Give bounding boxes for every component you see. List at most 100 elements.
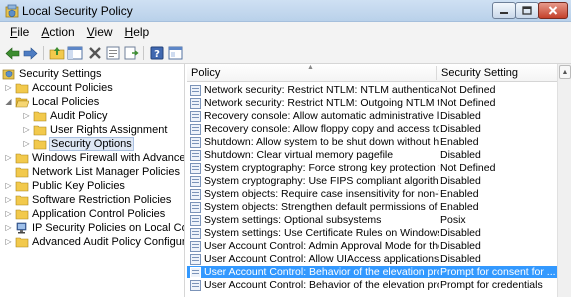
- policy-name: Network security: Restrict NTLM: Outgoin…: [204, 97, 439, 109]
- table-row[interactable]: Recovery console: Allow automatic admini…: [187, 110, 557, 122]
- expand-arrow-icon[interactable]: ▷: [4, 181, 13, 190]
- show-hide-tree-icon: [67, 46, 83, 60]
- expand-arrow-icon[interactable]: ▷: [4, 83, 13, 92]
- forward-button[interactable]: [22, 45, 38, 61]
- policy-list-view: Policy ▲ Security Setting Network securi…: [187, 64, 571, 297]
- expand-arrow-icon[interactable]: ▷: [22, 139, 31, 148]
- tree-item-security-options[interactable]: ▷ Security Options: [22, 136, 134, 151]
- table-row[interactable]: System cryptography: Force strong key pr…: [187, 162, 557, 174]
- table-row[interactable]: Recovery console: Allow floppy copy and …: [187, 123, 557, 135]
- minimize-button[interactable]: [492, 2, 516, 19]
- maximize-icon: [522, 6, 532, 15]
- folder-icon: [15, 167, 29, 177]
- policy-setting: Prompt for consent for ...: [440, 266, 555, 278]
- policy-setting-icon: [190, 97, 201, 109]
- tree-item-account-policies[interactable]: ▷ Account Policies: [4, 81, 112, 94]
- folder-icon: [33, 111, 47, 121]
- tree-item-ip-security-policies[interactable]: ▷ IP Security Policies on Local Compute: [4, 221, 184, 234]
- policy-setting: Disabled: [440, 240, 481, 252]
- table-row[interactable]: Network security: Restrict NTLM: Outgoin…: [187, 97, 557, 109]
- expand-arrow-icon[interactable]: ▷: [4, 223, 13, 232]
- policy-setting: Disabled: [440, 253, 481, 265]
- policy-setting: Disabled: [440, 110, 481, 122]
- back-button[interactable]: [4, 45, 20, 61]
- table-row[interactable]: System objects: Strengthen default permi…: [187, 201, 557, 213]
- vertical-scrollbar[interactable]: ▲: [557, 64, 571, 297]
- policy-setting: Disabled: [440, 175, 481, 187]
- table-row[interactable]: User Account Control: Allow UIAccess app…: [187, 253, 557, 265]
- export-list-button[interactable]: [123, 45, 139, 61]
- policy-setting-icon: [190, 84, 201, 96]
- policy-setting-icon: [190, 123, 201, 135]
- menu-file[interactable]: File: [4, 25, 35, 39]
- menu-action[interactable]: Action: [35, 25, 80, 39]
- policy-setting-icon: [190, 136, 201, 148]
- expand-arrow-icon[interactable]: ▷: [4, 195, 13, 204]
- policy-setting-icon: [190, 175, 201, 187]
- menu-help[interactable]: Help: [119, 25, 156, 39]
- maximize-button[interactable]: [515, 2, 539, 19]
- table-row[interactable]: User Account Control: Behavior of the el…: [187, 279, 557, 291]
- policy-setting-icon: [190, 253, 201, 265]
- expand-arrow-icon[interactable]: ▷: [22, 125, 31, 134]
- table-row[interactable]: Shutdown: Allow system to be shut down w…: [187, 136, 557, 148]
- table-row[interactable]: Shutdown: Clear virtual memory pagefile …: [187, 149, 557, 161]
- policy-setting-icon: [190, 227, 201, 239]
- policy-name: System objects: Strengthen default permi…: [204, 201, 439, 213]
- policy-setting: Enabled: [440, 136, 479, 148]
- tree-item-windows-firewall[interactable]: ▷ Windows Firewall with Advanced Secu: [4, 151, 184, 164]
- tree-item-user-rights-assignment[interactable]: ▷ User Rights Assignment: [22, 123, 167, 136]
- tree-item-security-settings[interactable]: Security Settings: [2, 67, 102, 80]
- tree-item-local-policies[interactable]: ◢ Local Policies: [4, 95, 99, 108]
- console-icon: [168, 46, 182, 60]
- close-button[interactable]: [538, 2, 568, 19]
- folder-icon: [15, 181, 29, 191]
- expand-arrow-icon[interactable]: ▷: [22, 111, 31, 120]
- properties-button[interactable]: [105, 45, 121, 61]
- table-row[interactable]: User Account Control: Admin Approval Mod…: [187, 240, 557, 252]
- folder-icon: [33, 139, 47, 149]
- expand-arrow-icon[interactable]: ▷: [4, 153, 13, 162]
- folder-open-icon: [15, 97, 29, 107]
- help-icon: ?: [150, 46, 164, 60]
- scroll-up-arrow-icon: ▲: [561, 68, 569, 76]
- tree-item-application-control-policies[interactable]: ▷ Application Control Policies: [4, 207, 165, 220]
- policy-setting-icon: [190, 266, 201, 278]
- show-hide-console-tree-button[interactable]: [67, 45, 83, 61]
- table-row[interactable]: System objects: Require case insensitivi…: [187, 188, 557, 200]
- table-row[interactable]: Network security: Restrict NTLM: NTLM au…: [187, 84, 557, 96]
- policy-name: User Account Control: Allow UIAccess app…: [204, 253, 439, 265]
- expand-arrow-icon[interactable]: ▷: [4, 209, 13, 218]
- toolbar-separator: [143, 46, 144, 60]
- policy-name: Recovery console: Allow automatic admini…: [204, 110, 439, 122]
- table-row[interactable]: System settings: Optional subsystems Pos…: [187, 214, 557, 226]
- back-arrow-icon: [5, 46, 19, 60]
- policy-name: System settings: Optional subsystems: [204, 214, 382, 226]
- policy-setting-icon: [190, 240, 201, 252]
- policy-name: User Account Control: Admin Approval Mod…: [204, 240, 439, 252]
- table-row-selected[interactable]: User Account Control: Behavior of the el…: [187, 266, 557, 278]
- delete-button[interactable]: [87, 45, 103, 61]
- policy-setting: Disabled: [440, 123, 481, 135]
- folder-icon: [15, 237, 29, 247]
- table-row[interactable]: System settings: Use Certificate Rules o…: [187, 227, 557, 239]
- policy-name: System cryptography: Force strong key pr…: [204, 162, 439, 174]
- help-button[interactable]: ?: [149, 45, 165, 61]
- policy-name: System objects: Require case insensitivi…: [204, 188, 439, 200]
- tree-item-public-key-policies[interactable]: ▷ Public Key Policies: [4, 179, 125, 192]
- console-button[interactable]: [167, 45, 183, 61]
- scroll-up-button[interactable]: ▲: [559, 65, 571, 79]
- menu-view[interactable]: View: [81, 25, 119, 39]
- policy-name: Network security: Restrict NTLM: NTLM au…: [204, 84, 439, 96]
- up-one-level-button[interactable]: [49, 45, 65, 61]
- tree-item-audit-policy[interactable]: ▷ Audit Policy: [22, 109, 107, 122]
- tree-item-network-list-manager-policies[interactable]: Network List Manager Policies: [4, 165, 180, 178]
- tree-item-advanced-audit-policy-configuration[interactable]: ▷ Advanced Audit Policy Configuration: [4, 235, 184, 248]
- column-header-security-setting[interactable]: Security Setting: [437, 64, 555, 82]
- policy-setting-icon: [190, 162, 201, 174]
- tree-item-software-restriction-policies[interactable]: ▷ Software Restriction Policies: [4, 193, 171, 206]
- table-row[interactable]: System cryptography: Use FIPS compliant …: [187, 175, 557, 187]
- expand-arrow-icon[interactable]: ▷: [4, 237, 13, 246]
- collapse-arrow-icon[interactable]: ◢: [4, 97, 13, 106]
